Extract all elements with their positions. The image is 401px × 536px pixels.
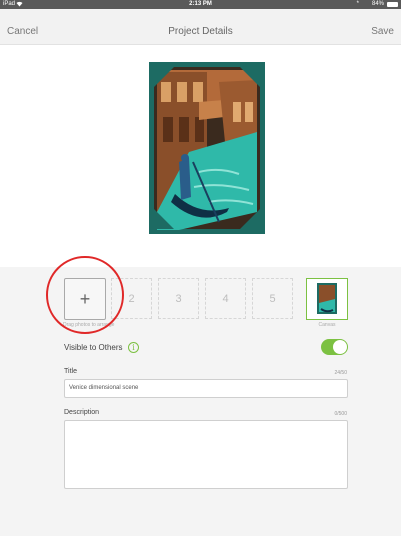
canvas-thumbnail-image: [317, 283, 337, 314]
photo-slot-4[interactable]: 4: [205, 278, 246, 319]
info-icon[interactable]: i: [128, 342, 139, 353]
photo-slot-5[interactable]: 5: [252, 278, 293, 319]
status-bar: iPad 2:13 PM * 84%: [0, 0, 401, 9]
drag-hint: Drag photos to arrange: [63, 322, 115, 328]
add-photo-button[interactable]: +: [64, 278, 106, 320]
page-title: Project Details: [168, 26, 233, 37]
title-char-count: 24/50: [334, 370, 347, 376]
canvas-thumbnail[interactable]: [306, 278, 348, 320]
canvas-label: Canvas: [318, 322, 336, 328]
toggle-knob: [333, 340, 347, 354]
description-char-count: 0/500: [334, 411, 347, 417]
photo-slot-3[interactable]: 3: [158, 278, 199, 319]
title-input[interactable]: Venice dimensional scene: [64, 379, 348, 398]
photo-slot-2[interactable]: 2: [111, 278, 152, 319]
project-preview-image: [149, 62, 265, 234]
visible-to-others-label: Visible to Others: [64, 343, 123, 352]
save-button[interactable]: Save: [371, 26, 394, 37]
battery-icon: [387, 2, 398, 7]
description-input[interactable]: [64, 420, 348, 489]
title-label: Title: [64, 368, 77, 375]
bluetooth-icon: *: [356, 1, 359, 7]
nav-bar: Cancel Project Details Save: [0, 9, 401, 45]
status-time: 2:13 PM: [189, 1, 212, 7]
visibility-toggle[interactable]: [321, 339, 348, 355]
description-label: Description: [64, 409, 100, 416]
battery-percent: 84%: [371, 1, 384, 7]
